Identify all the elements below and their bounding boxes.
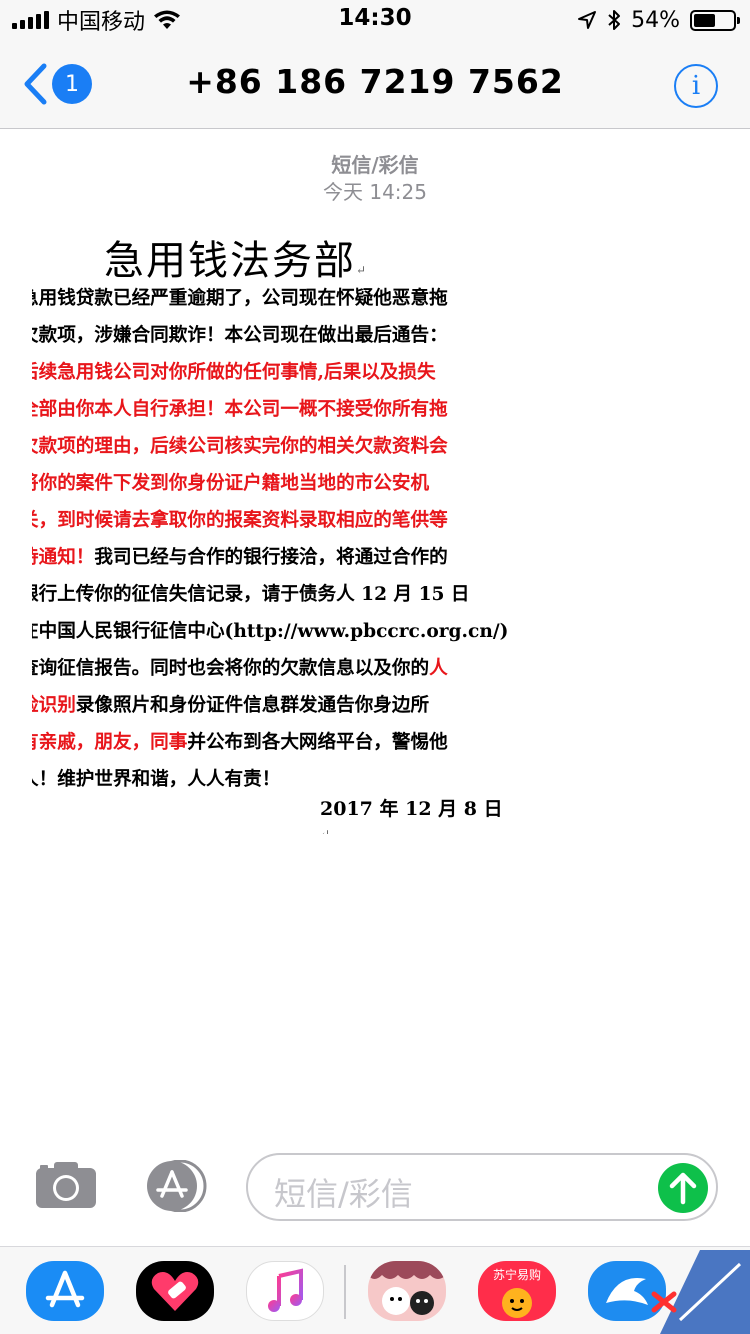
document-line: 后续急用钱公司对你所做的任何事情,后果以及损失 — [32, 354, 508, 391]
bluetooth-icon — [608, 10, 621, 30]
document-line: 待通知！我司已经与合作的银行接洽，将通过合作的 — [32, 539, 508, 576]
status-right: 54% — [577, 6, 740, 34]
document-text-red: 后续急用钱公司对你所做的任何事情,后果以及损失 — [32, 362, 436, 383]
message-placeholder: 短信/彩信 — [274, 1175, 413, 1213]
document-text-red: 待通知！ — [32, 547, 95, 568]
watermark-logo-icon — [651, 1250, 750, 1334]
document-text: 急用钱贷款已经严重逾期了，公司现在怀疑他恶意拖 — [32, 288, 448, 309]
message-timestamp: 今天 14:25 — [323, 180, 427, 204]
camera-icon — [36, 1162, 96, 1208]
document-line: 在中国人民银行征信中心(http://www.pbccrc.org.cn/) — [32, 613, 508, 650]
suning-app[interactable]: 苏宁易购 — [478, 1261, 556, 1321]
paragraph-mark: ↵ — [356, 263, 369, 277]
message-meta: 短信/彩信 今天 14:25 — [0, 152, 750, 206]
battery-icon — [690, 9, 740, 31]
document-line: 查询征信报告。同时也会将你的欠款信息以及你的人 — [32, 650, 508, 687]
battery-fill — [694, 13, 715, 27]
document-text-red: 关，到时候请去拿取你的报案资料录取相应的笔供等 — [32, 510, 448, 531]
document-text: 人！维护世界和谐，人人有责！ — [32, 769, 281, 790]
document-line: 脸识别录像照片和身份证件信息群发通告你身边所 — [32, 687, 508, 724]
music-note-icon — [268, 1268, 303, 1312]
document-line: 欠款项的理由，后续公司核实完你的相关欠款资料会 — [32, 428, 508, 465]
document-text-red: 有亲戚，朋友，同事 — [32, 732, 188, 753]
document-title: 急用钱法务部↵ — [104, 238, 369, 284]
music-app[interactable] — [246, 1261, 324, 1321]
app-store-icon — [147, 1159, 207, 1213]
image-attachment[interactable]: 急用钱法务部↵ 急用钱贷款已经严重逾期了，公司现在怀疑他恶意拖 欠款项，涉嫌合同欺… — [32, 222, 510, 834]
info-icon: i — [691, 71, 701, 101]
document-line: 人！维护世界和谐，人人有责！ — [32, 761, 508, 798]
camera-button[interactable] — [34, 1160, 98, 1210]
heart-icon — [151, 1272, 199, 1311]
sticker-app[interactable] — [368, 1261, 446, 1321]
document-text: 我司已经与合作的银行接洽，将通过合作的 — [94, 547, 448, 568]
document-text: 录像照片和身份证件信息群发通告你身边所 — [75, 695, 430, 716]
send-button[interactable] — [658, 1163, 708, 1213]
document-body: 急用钱贷款已经严重逾期了，公司现在怀疑他恶意拖 欠款项，涉嫌合同欺诈！本公司现在做… — [32, 280, 508, 798]
document-line: 全部由你本人自行承担！本公司一概不接受你所有拖 — [32, 391, 508, 428]
message-type: 短信/彩信 — [331, 153, 419, 177]
sticker-icon — [368, 1261, 446, 1315]
document-text-red: 脸识别 — [32, 695, 76, 716]
document-text-red: 人 — [429, 658, 448, 679]
document-line: 将你的案件下发到你身份证户籍地当地的市公安机 — [32, 465, 508, 502]
document-text-red: 欠款项的理由，后续公司核实完你的相关欠款资料会 — [32, 436, 448, 457]
battery-percent: 54% — [631, 7, 680, 33]
app-store-button[interactable] — [140, 1159, 212, 1213]
drawer-divider — [344, 1265, 346, 1319]
contact-title[interactable]: +86 186 7219 7562 — [0, 62, 750, 101]
message-input[interactable]: 短信/彩信 — [246, 1153, 718, 1221]
document-line: 急用钱贷款已经严重逾期了，公司现在怀疑他恶意拖 — [32, 280, 508, 317]
document-text: 查询征信报告。同时也会将你的欠款信息以及你的 — [32, 658, 430, 679]
info-button[interactable]: i — [674, 64, 718, 108]
document-text: 欠款项，涉嫌合同欺诈！本公司现在做出最后通告： — [32, 325, 448, 346]
svg-text:苏宁易购: 苏宁易购 — [493, 1267, 541, 1282]
document-text: 并公布到各大网络平台，警惕他 — [187, 732, 448, 753]
document-line: 欠款项，涉嫌合同欺诈！本公司现在做出最后通告： — [32, 317, 508, 354]
document-date: 2017 年 12 月 8 日↵ — [320, 798, 503, 834]
arrow-up-icon — [669, 1172, 697, 1205]
document-text: 在中国人民银行征信中心(http://www.pbccrc.org.cn/) — [32, 621, 508, 642]
document-line: 关，到时候请去拿取你的报案资料录取相应的笔供等 — [32, 502, 508, 539]
status-bar: 中国移动 14:30 54% — [0, 0, 750, 40]
nav-bar: 1 +86 186 7219 7562 i — [0, 40, 750, 129]
document-text-red: 全部由你本人自行承担！本公司一概不接受你所有拖 — [32, 399, 448, 420]
heart-app[interactable] — [136, 1261, 214, 1321]
location-arrow-icon — [578, 11, 597, 29]
suning-lion-icon: 苏宁易购 — [493, 1267, 541, 1318]
app-drawer: 苏宁易购 — [0, 1246, 750, 1334]
document-line: 银行上传你的征信失信记录，请于债务人 12 月 15 日 — [32, 576, 508, 613]
document-line: 有亲戚，朋友，同事并公布到各大网络平台，警惕他 — [32, 724, 508, 761]
document-text-red: 将你的案件下发到你身份证户籍地当地的市公安机 — [32, 473, 430, 494]
app-store-logo-icon — [45, 1270, 85, 1308]
document-text: 银行上传你的征信失信记录，请于债务人 12 月 15 日 — [32, 584, 470, 605]
app-store-app[interactable] — [26, 1261, 104, 1321]
